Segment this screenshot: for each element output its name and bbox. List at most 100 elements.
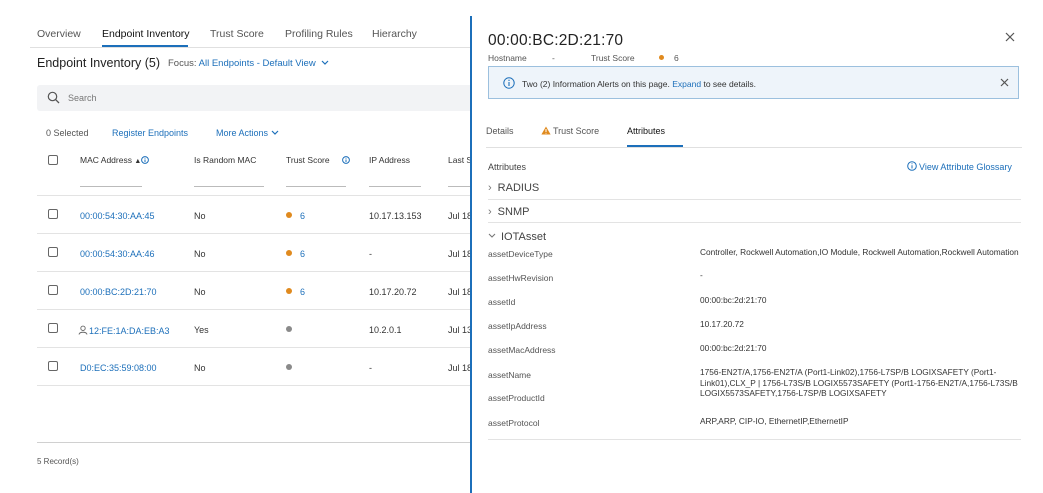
neutral-dot-icon bbox=[286, 326, 292, 332]
attr-value: 00:00:bc:2d:21:70 bbox=[700, 343, 767, 353]
attr-key: assetId bbox=[488, 297, 516, 307]
trust-score-link[interactable]: 6 bbox=[300, 287, 305, 297]
mac-address-link[interactable]: 00:00:54:30:AA:45 bbox=[80, 211, 155, 221]
trust-score-label: Trust Score bbox=[591, 53, 635, 63]
trust-score-link[interactable]: 6 bbox=[300, 211, 305, 221]
more-actions-button[interactable]: More Actions bbox=[216, 128, 279, 138]
chevron-down-icon bbox=[488, 233, 496, 238]
section-snmp[interactable]: › SNMP bbox=[488, 206, 529, 218]
column-header-ip[interactable]: IP Address bbox=[369, 155, 410, 165]
trust-score-cell bbox=[286, 325, 300, 335]
tab-overview[interactable]: Overview bbox=[37, 28, 81, 40]
info-icon bbox=[342, 156, 350, 164]
hostname-label: Hostname bbox=[488, 53, 527, 63]
warning-dot-icon bbox=[286, 250, 292, 256]
attr-key: assetName bbox=[488, 370, 531, 380]
column-header-random-mac[interactable]: Is Random MAC bbox=[194, 155, 256, 165]
trust-score-cell: 6 bbox=[286, 211, 305, 221]
info-icon bbox=[907, 161, 917, 171]
info-icon bbox=[141, 156, 150, 164]
table-row[interactable]: 00:00:54:30:AA:45 No 6 10.17.13.153 Jul … bbox=[37, 196, 477, 234]
row-checkbox[interactable] bbox=[48, 285, 58, 295]
table-row[interactable]: 12:FE:1A:DA:EB:A3 Yes 10.2.0.1 Jul 13 bbox=[37, 310, 477, 348]
last-seen-value: Jul 18 bbox=[448, 287, 473, 297]
table-row[interactable]: D0:EC:35:59:08:00 No - Jul 18 bbox=[37, 348, 477, 386]
dismiss-alert-icon[interactable] bbox=[999, 77, 1010, 88]
alert-message: Two (2) Information Alerts on this page.… bbox=[522, 79, 756, 89]
ip-address-value: - bbox=[369, 363, 372, 373]
info-alert-banner: Two (2) Information Alerts on this page.… bbox=[488, 66, 1019, 99]
focus-value[interactable]: All Endpoints - Default View bbox=[199, 58, 316, 69]
section-radius[interactable]: › RADIUS bbox=[488, 182, 539, 194]
select-all-checkbox[interactable] bbox=[48, 155, 58, 165]
tab-hierarchy[interactable]: Hierarchy bbox=[372, 28, 417, 40]
attr-key: assetMacAddress bbox=[488, 345, 556, 355]
ip-filter-input[interactable] bbox=[369, 186, 421, 187]
column-header-trust-score[interactable]: Trust Score bbox=[286, 155, 350, 165]
row-checkbox[interactable] bbox=[48, 361, 58, 371]
record-count: 5 Record(s) bbox=[37, 457, 79, 466]
table-row[interactable]: 00:00:BC:2D:21:70 No 6 10.17.20.72 Jul 1… bbox=[37, 272, 477, 310]
last-seen-value: Jul 13 bbox=[448, 325, 473, 335]
trust-score-cell bbox=[286, 363, 300, 373]
mac-filter-input[interactable] bbox=[80, 186, 142, 187]
info-icon bbox=[503, 77, 515, 89]
page-title: Endpoint Inventory (5) bbox=[37, 56, 160, 70]
trust-score-link[interactable]: 6 bbox=[300, 249, 305, 259]
ip-address-value: - bbox=[369, 249, 372, 259]
attr-key: assetProductId bbox=[488, 393, 545, 403]
mac-address-link[interactable]: 00:00:BC:2D:21:70 bbox=[80, 287, 157, 297]
tab-profiling-rules[interactable]: Profiling Rules bbox=[285, 28, 353, 40]
search-input[interactable]: Search bbox=[37, 85, 477, 111]
column-header-mac[interactable]: MAC Address ▲ bbox=[80, 155, 150, 165]
random-mac-filter-input[interactable] bbox=[194, 186, 264, 187]
column-header-last-seen[interactable]: Last S bbox=[448, 155, 472, 165]
tab-endpoint-inventory[interactable]: Endpoint Inventory bbox=[102, 28, 190, 40]
chevron-right-icon: › bbox=[488, 182, 492, 194]
focus-selector[interactable]: Focus: All Endpoints - Default View bbox=[168, 58, 329, 69]
attr-key: assetProtocol bbox=[488, 418, 540, 428]
chevron-down-icon bbox=[321, 60, 329, 65]
drawer-title: 00:00:BC:2D:21:70 bbox=[488, 32, 624, 49]
sort-ascending-icon: ▲ bbox=[134, 158, 142, 165]
trust-score-filter-input[interactable] bbox=[286, 186, 346, 187]
mac-address-link[interactable]: 00:00:54:30:AA:46 bbox=[80, 249, 155, 259]
register-endpoints-button[interactable]: Register Endpoints bbox=[112, 128, 188, 138]
hostname-value: - bbox=[552, 53, 555, 63]
trust-score-cell: 6 bbox=[286, 249, 305, 259]
random-mac-value: No bbox=[194, 211, 206, 221]
chevron-down-icon bbox=[271, 130, 278, 135]
focus-label: Focus: bbox=[168, 58, 197, 69]
random-mac-value: No bbox=[194, 287, 206, 297]
mac-address-link[interactable]: D0:EC:35:59:08:00 bbox=[80, 363, 157, 373]
attr-value: 00:00:bc:2d:21:70 bbox=[700, 295, 767, 305]
row-checkbox[interactable] bbox=[48, 247, 58, 257]
table-row[interactable]: 00:00:54:30:AA:46 No 6 - Jul 18 bbox=[37, 234, 477, 272]
search-placeholder: Search bbox=[68, 93, 97, 103]
random-mac-value: No bbox=[194, 249, 206, 259]
row-checkbox[interactable] bbox=[48, 323, 58, 333]
row-checkbox[interactable] bbox=[48, 209, 58, 219]
expand-alerts-link[interactable]: Expand bbox=[672, 79, 701, 89]
attr-value: - bbox=[700, 270, 703, 280]
random-mac-user-icon bbox=[78, 325, 88, 335]
selected-count: 0 Selected bbox=[46, 128, 89, 138]
endpoint-detail-drawer: 00:00:BC:2D:21:70 Hostname - Trust Score… bbox=[470, 16, 1043, 493]
active-tab-indicator bbox=[627, 145, 683, 147]
section-iotasset[interactable]: IOTAsset bbox=[488, 231, 546, 243]
tab-attributes[interactable]: Attributes bbox=[627, 126, 665, 136]
mac-address-link[interactable]: 12:FE:1A:DA:EB:A3 bbox=[78, 325, 170, 336]
tab-details[interactable]: Details bbox=[486, 126, 514, 136]
view-attribute-glossary-link[interactable]: View Attribute Glossary bbox=[907, 161, 1012, 172]
tab-trust-score[interactable]: Trust Score bbox=[210, 28, 264, 40]
endpoint-table: MAC Address ▲ Is Random MAC Trust Score … bbox=[37, 148, 477, 443]
close-icon[interactable] bbox=[1003, 30, 1017, 44]
search-icon bbox=[47, 91, 60, 104]
ip-address-value: 10.17.20.72 bbox=[369, 287, 417, 297]
warning-dot-icon bbox=[659, 55, 664, 60]
last-seen-value: Jul 18 bbox=[448, 363, 473, 373]
tab-drawer-trust-score[interactable]: Trust Score bbox=[541, 126, 599, 136]
trust-score-cell: 6 bbox=[286, 287, 305, 297]
attr-value: 1756-EN2T/A,1756-EN2T/A (Port1-Link02),1… bbox=[700, 367, 1018, 398]
warning-triangle-icon bbox=[541, 126, 551, 135]
